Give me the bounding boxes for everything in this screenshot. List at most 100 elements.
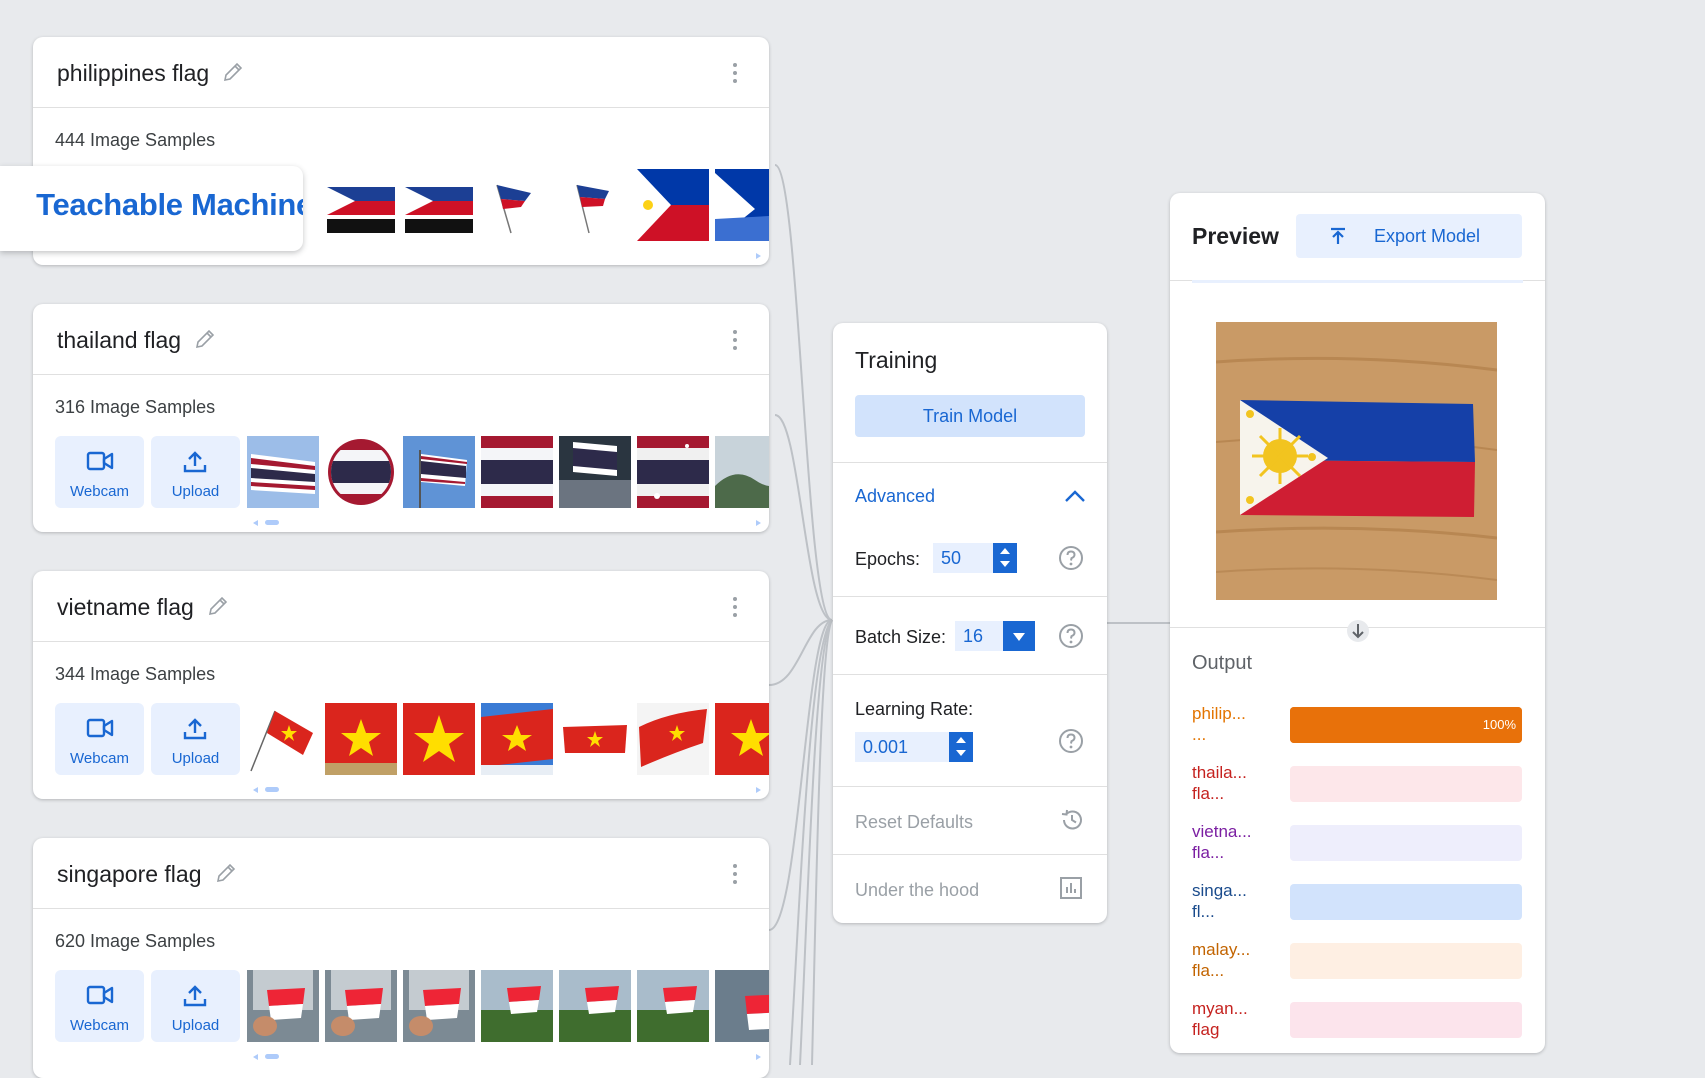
class-card-vietnam: vietname flag 344 Image Samples Webcam Up…	[33, 571, 769, 799]
sample-thumbnail[interactable]	[247, 436, 319, 508]
train-model-button[interactable]: Train Model	[855, 395, 1085, 437]
sample-thumbnail[interactable]	[637, 169, 709, 241]
export-model-label: Export Model	[1374, 226, 1481, 246]
more-options-icon[interactable]	[733, 597, 739, 621]
help-icon[interactable]	[1058, 545, 1084, 571]
sample-thumbnail[interactable]	[559, 436, 631, 508]
scroll-right-arrow[interactable]	[756, 1054, 761, 1060]
sample-thumbnail[interactable]	[481, 970, 553, 1042]
under-the-hood-button[interactable]: Under the hood	[855, 880, 979, 901]
sample-thumbnail[interactable]	[247, 970, 319, 1042]
sample-thumbnail[interactable]	[715, 436, 769, 508]
upload-button[interactable]: Upload	[151, 436, 240, 508]
sample-thumbnail[interactable]	[715, 970, 769, 1042]
scroll-right-arrow[interactable]	[756, 520, 761, 526]
learning-rate-input[interactable]: 0.001	[855, 732, 973, 762]
class-title[interactable]: singapore flag	[57, 861, 238, 888]
learning-rate-value[interactable]: 0.001	[863, 737, 908, 757]
sample-thumbnail[interactable]	[325, 703, 397, 775]
edit-pencil-icon[interactable]	[206, 594, 230, 618]
batch-size-select[interactable]: 16	[955, 621, 1035, 651]
sample-thumbnail[interactable]	[637, 703, 709, 775]
class-title-text[interactable]: singapore flag	[57, 861, 202, 887]
output-class-name-line1: malay...	[1192, 940, 1251, 959]
confidence-bar	[1290, 825, 1522, 861]
webcam-label: Webcam	[70, 750, 129, 767]
class-title-text[interactable]: vietname flag	[57, 594, 194, 620]
class-card-singapore: singapore flag 620 Image Samples Webcam U…	[33, 838, 769, 1078]
edit-pencil-icon[interactable]	[214, 861, 238, 885]
sample-thumbnail[interactable]	[403, 970, 475, 1042]
edit-pencil-icon[interactable]	[193, 327, 217, 351]
sample-strip[interactable]: Webcam Upload	[55, 703, 769, 775]
sample-thumbnail[interactable]	[325, 436, 397, 508]
sample-count: 620 Image Samples	[55, 931, 216, 951]
sample-thumbnail[interactable]	[481, 436, 553, 508]
confidence-bar	[1290, 884, 1522, 920]
sample-thumbnail[interactable]	[715, 169, 769, 241]
confidence-bar	[1290, 1002, 1522, 1038]
sample-thumbnail[interactable]	[403, 436, 475, 508]
more-options-icon[interactable]	[733, 864, 739, 888]
scroll-right-arrow[interactable]	[756, 787, 761, 793]
sample-thumbnail[interactable]	[715, 703, 769, 775]
export-model-button[interactable]: Export Model	[1296, 214, 1522, 258]
batch-size-value[interactable]: 16	[963, 626, 983, 646]
advanced-toggle[interactable]: Advanced	[855, 486, 935, 507]
epochs-stepper[interactable]	[993, 543, 1017, 573]
sample-thumbnail[interactable]	[481, 703, 553, 775]
sample-thumbnail[interactable]	[403, 703, 475, 775]
epochs-value[interactable]: 50	[941, 548, 961, 568]
sample-thumbnail[interactable]	[559, 169, 631, 241]
history-icon[interactable]	[1059, 807, 1085, 833]
sample-thumbnail[interactable]	[325, 169, 397, 241]
scroll-right-arrow[interactable]	[756, 253, 761, 259]
output-class-name: vietna... fla...	[1192, 821, 1272, 863]
class-title[interactable]: vietname flag	[57, 594, 230, 621]
scroll-indicator[interactable]	[253, 1054, 283, 1060]
app-logo-banner[interactable]: Teachable Machine	[0, 166, 303, 251]
learning-rate-stepper[interactable]	[949, 732, 973, 762]
output-class-name-line1: thaila...	[1192, 763, 1247, 782]
class-card-header: singapore flag	[33, 838, 769, 909]
upload-button[interactable]: Upload	[151, 970, 240, 1042]
sample-thumbnail[interactable]	[247, 703, 319, 775]
scroll-indicator[interactable]	[253, 520, 283, 526]
help-icon[interactable]	[1058, 623, 1084, 649]
bar-chart-icon[interactable]	[1059, 876, 1083, 900]
sample-count: 316 Image Samples	[55, 397, 216, 417]
sample-thumbnail[interactable]	[559, 703, 631, 775]
sample-thumbnail[interactable]	[637, 970, 709, 1042]
class-title[interactable]: thailand flag	[57, 327, 217, 354]
sample-strip[interactable]: Webcam Upload	[55, 970, 769, 1042]
sample-thumbnail[interactable]	[481, 169, 553, 241]
scroll-indicator[interactable]	[253, 787, 283, 793]
epochs-input[interactable]: 50	[933, 543, 1017, 573]
app-logo-text[interactable]: Teachable Machine	[36, 187, 303, 223]
class-card-header: vietname flag	[33, 571, 769, 642]
webcam-button[interactable]: Webcam	[55, 703, 144, 775]
webcam-icon	[86, 451, 114, 471]
class-title[interactable]: philippines flag	[57, 60, 245, 87]
class-title-text[interactable]: philippines flag	[57, 60, 209, 86]
chevron-up-icon[interactable]	[1063, 487, 1087, 505]
sample-thumbnail[interactable]	[325, 970, 397, 1042]
input-source-bar[interactable]	[1192, 280, 1523, 283]
webcam-button[interactable]: Webcam	[55, 436, 144, 508]
preview-input-image	[1216, 322, 1497, 600]
sample-thumbnail[interactable]	[403, 169, 475, 241]
help-icon[interactable]	[1058, 728, 1084, 754]
output-class-name: singa... fl...	[1192, 880, 1272, 922]
dropdown-arrow-icon[interactable]	[1003, 621, 1035, 651]
class-title-text[interactable]: thailand flag	[57, 327, 181, 353]
edit-pencil-icon[interactable]	[221, 60, 245, 84]
sample-thumbnail[interactable]	[559, 970, 631, 1042]
output-class-name-line1: singa...	[1192, 881, 1247, 900]
sample-strip[interactable]: Webcam Upload	[55, 436, 769, 508]
sample-thumbnail[interactable]	[637, 436, 709, 508]
webcam-button[interactable]: Webcam	[55, 970, 144, 1042]
more-options-icon[interactable]	[733, 330, 739, 354]
more-options-icon[interactable]	[733, 63, 739, 87]
reset-defaults-button[interactable]: Reset Defaults	[855, 812, 973, 833]
upload-button[interactable]: Upload	[151, 703, 240, 775]
